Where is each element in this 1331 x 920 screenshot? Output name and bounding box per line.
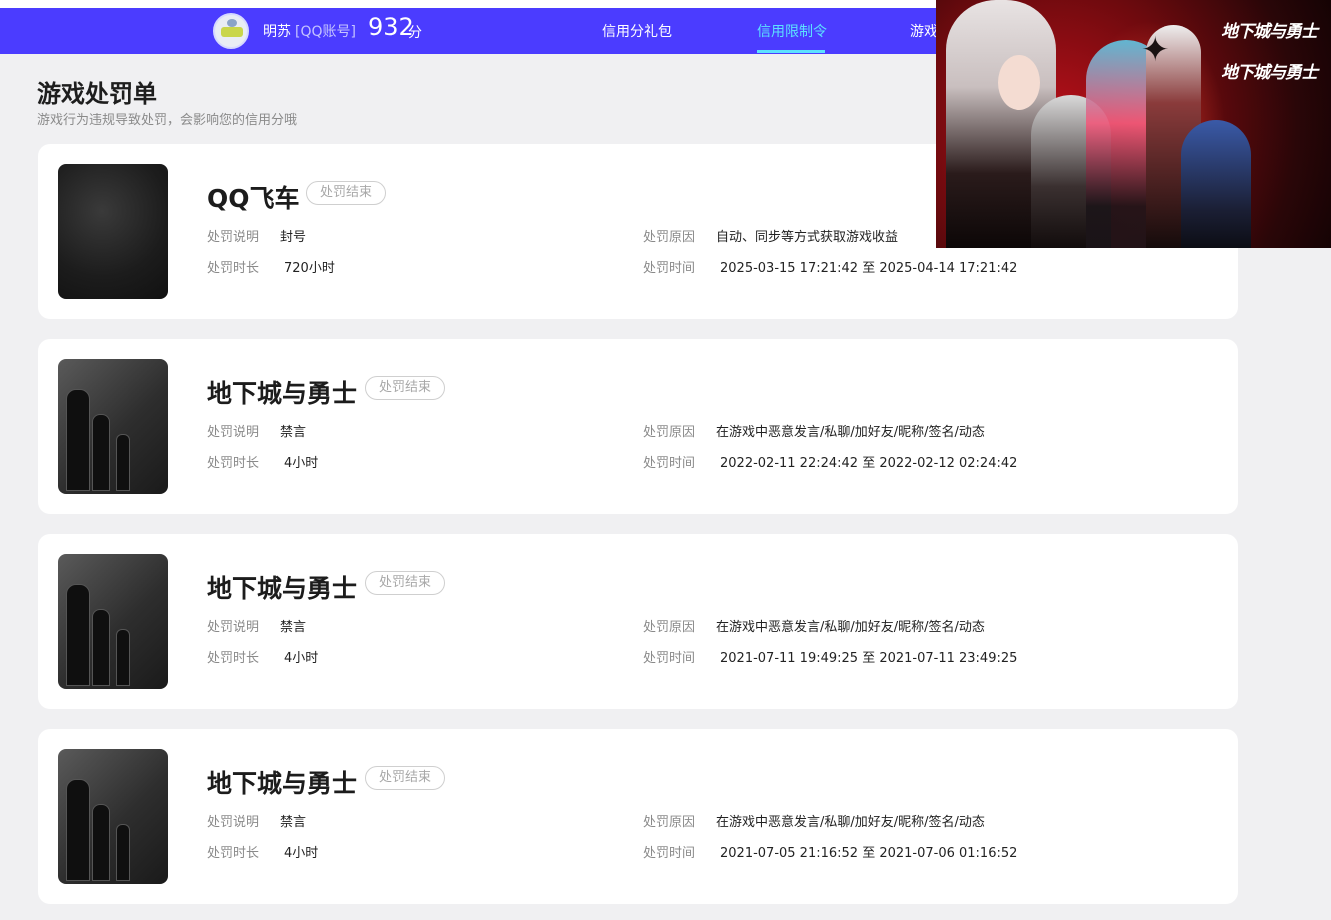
game-thumbnail-dnf: [58, 749, 168, 884]
label-reason: 处罚原因: [643, 230, 696, 245]
game-title: 地下城与勇士: [207, 769, 358, 798]
game-title: 地下城与勇士: [207, 574, 358, 603]
value-desc: 禁言: [280, 425, 307, 440]
thumbnail-detail: [116, 824, 130, 881]
penalty-card: 地下城与勇士 处罚结束 处罚说明 禁言 处罚时长 4小时 处罚原因 在游戏中恶意…: [38, 339, 1238, 514]
ad-logo: 地下城与勇士: [1221, 22, 1318, 42]
game-title: 地下城与勇士: [207, 379, 358, 408]
thumbnail-detail: [92, 804, 110, 881]
game-thumbnail-dnf: [58, 359, 168, 494]
label-reason: 处罚原因: [643, 620, 696, 635]
value-duration: 4小时: [284, 846, 319, 861]
nav-credit-gift[interactable]: 信用分礼包: [602, 21, 672, 41]
value-desc: 封号: [280, 230, 307, 245]
credit-score-unit: 分: [408, 25, 422, 41]
page-subtitle: 游戏行为违规导致处罚，会影响您的信用分哦: [37, 113, 298, 128]
value-duration: 4小时: [284, 456, 319, 471]
label-time: 处罚时间: [643, 456, 696, 471]
nav-credit-restriction[interactable]: 信用限制令: [757, 21, 827, 41]
value-duration: 4小时: [284, 651, 319, 666]
account-type: [QQ账号]: [295, 24, 356, 40]
value-desc: 禁言: [280, 620, 307, 635]
thumbnail-detail: [116, 434, 130, 491]
label-duration: 处罚时长: [207, 456, 260, 471]
nav-active-indicator: [757, 50, 825, 53]
nav-game[interactable]: 游戏: [910, 21, 938, 41]
thumbnail-detail: [66, 779, 90, 881]
label-time: 处罚时间: [643, 261, 696, 276]
penalty-card: 地下城与勇士 处罚结束 处罚说明 禁言 处罚时长 4小时 处罚原因 在游戏中恶意…: [38, 729, 1238, 904]
page-title: 游戏处罚单: [37, 80, 157, 108]
label-duration: 处罚时长: [207, 261, 260, 276]
ad-art: [1181, 120, 1251, 248]
value-duration: 720小时: [284, 261, 335, 276]
label-reason: 处罚原因: [643, 815, 696, 830]
crow-icon: ✦: [1141, 30, 1170, 70]
avatar-image-detail: [221, 27, 243, 37]
game-title: QQ飞车: [207, 184, 300, 213]
thumbnail-detail: [66, 584, 90, 686]
penalty-card: 地下城与勇士 处罚结束 处罚说明 禁言 处罚时长 4小时 处罚原因 在游戏中恶意…: [38, 534, 1238, 709]
value-reason: 自动、同步等方式获取游戏收益: [716, 230, 899, 245]
thumbnail-detail: [92, 414, 110, 491]
label-desc: 处罚说明: [207, 230, 260, 245]
value-time: 2025-03-15 17:21:42 至 2025-04-14 17:21:4…: [720, 261, 1018, 276]
avatar[interactable]: [213, 13, 249, 49]
ad-art: [998, 55, 1040, 110]
game-ad-banner[interactable]: ✦ 地下城与勇士 地下城与勇士: [936, 0, 1331, 248]
label-duration: 处罚时长: [207, 651, 260, 666]
user-name: 明苏: [263, 24, 291, 40]
game-thumbnail-qq-speed: [58, 164, 168, 299]
credit-score: 932: [368, 13, 414, 41]
game-thumbnail-dnf: [58, 554, 168, 689]
label-time: 处罚时间: [643, 651, 696, 666]
thumbnail-detail: [116, 629, 130, 686]
status-badge: 处罚结束: [365, 766, 446, 790]
value-time: 2021-07-05 21:16:52 至 2021-07-06 01:16:5…: [720, 846, 1018, 861]
label-time: 处罚时间: [643, 846, 696, 861]
value-reason: 在游戏中恶意发言/私聊/加好友/昵称/签名/动态: [716, 620, 985, 635]
value-reason: 在游戏中恶意发言/私聊/加好友/昵称/签名/动态: [716, 815, 985, 830]
label-reason: 处罚原因: [643, 425, 696, 440]
label-desc: 处罚说明: [207, 815, 260, 830]
ad-logo: 地下城与勇士: [1221, 63, 1318, 83]
value-reason: 在游戏中恶意发言/私聊/加好友/昵称/签名/动态: [716, 425, 985, 440]
status-badge: 处罚结束: [365, 376, 446, 400]
label-duration: 处罚时长: [207, 846, 260, 861]
value-desc: 禁言: [280, 815, 307, 830]
thumbnail-detail: [66, 389, 90, 491]
label-desc: 处罚说明: [207, 620, 260, 635]
value-time: 2022-02-11 22:24:42 至 2022-02-12 02:24:4…: [720, 456, 1018, 471]
avatar-image-detail: [227, 19, 237, 27]
value-time: 2021-07-11 19:49:25 至 2021-07-11 23:49:2…: [720, 651, 1018, 666]
status-badge: 处罚结束: [306, 181, 387, 205]
status-badge: 处罚结束: [365, 571, 446, 595]
thumbnail-detail: [92, 609, 110, 686]
label-desc: 处罚说明: [207, 425, 260, 440]
